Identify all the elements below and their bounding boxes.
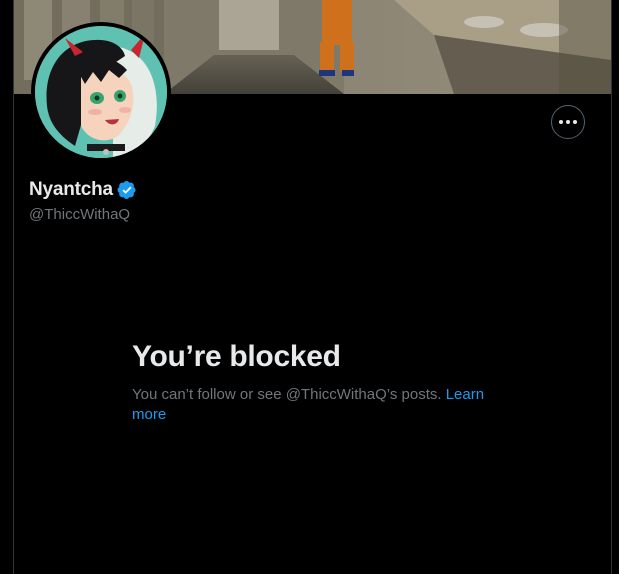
avatar-image <box>35 26 167 158</box>
profile-column: Nyantcha @ThiccWithaQ You’re blocked You… <box>13 0 612 574</box>
blocked-title: You’re blocked <box>132 340 341 373</box>
handle: @ThiccWithaQ <box>29 206 131 223</box>
avatar-frame[interactable] <box>31 22 171 162</box>
display-name: Nyantcha <box>29 179 113 200</box>
blocked-message-text: You can’t follow or see @ThiccWithaQ’s p… <box>132 386 442 403</box>
display-name-row: Nyantcha <box>29 179 137 201</box>
avatar <box>35 26 167 158</box>
verified-badge-icon[interactable] <box>117 180 137 200</box>
more-options-icon <box>559 120 577 124</box>
page: Nyantcha @ThiccWithaQ You’re blocked You… <box>0 0 619 574</box>
more-options-button[interactable] <box>551 105 585 139</box>
blocked-message: You can’t follow or see @ThiccWithaQ’s p… <box>132 385 502 425</box>
